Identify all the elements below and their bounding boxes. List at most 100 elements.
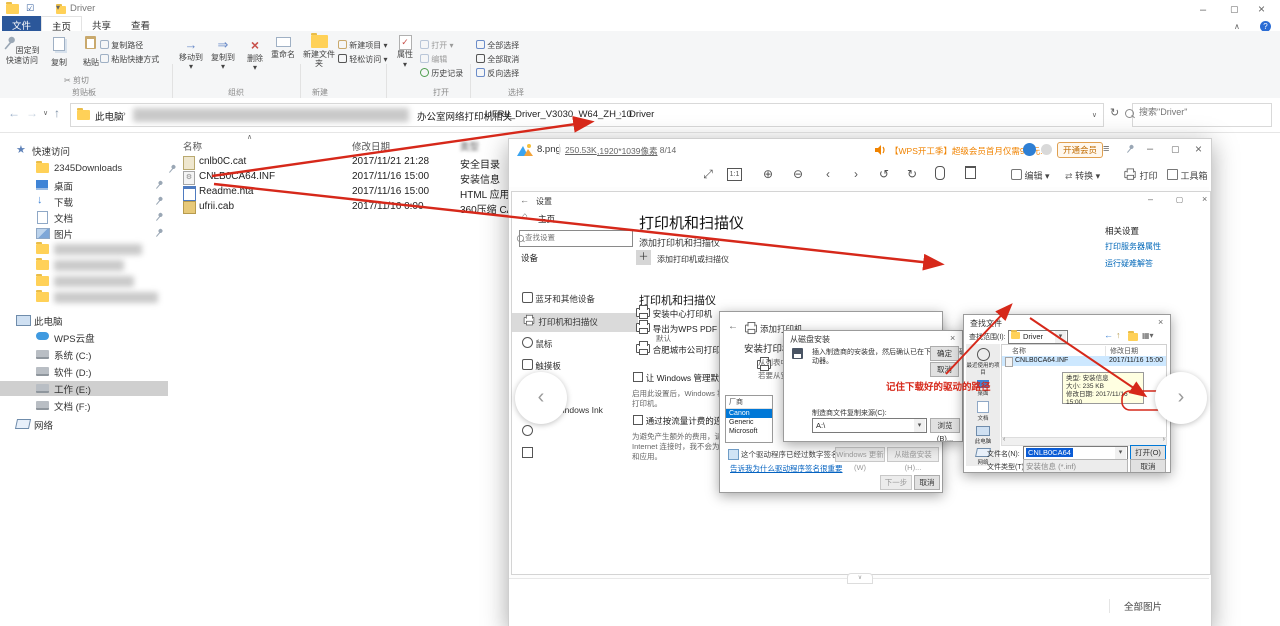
dialog-back-icon[interactable]: ← (1104, 330, 1113, 340)
new-folder-button[interactable]: 新建文件夹 (302, 33, 336, 69)
dialog-view-menu-icon[interactable]: ▦▾ (1142, 331, 1154, 340)
sidebar-item-drive-d[interactable]: 软件 (D:) (0, 364, 168, 379)
strip-collapse-handle[interactable]: ∨ (847, 573, 873, 584)
settings-nav-printers[interactable]: 打印机和扫描仪 (512, 313, 638, 332)
sidebar-item-redacted[interactable] (0, 290, 168, 306)
zoom-out-icon[interactable]: ⊖ (787, 166, 809, 182)
settings-nav-bluetooth[interactable]: 蓝牙和其他设备 (512, 292, 638, 312)
back-button[interactable]: ← (8, 106, 20, 120)
paste-shortcut-button[interactable]: 粘贴快捷方式 (100, 54, 159, 65)
hand-tool-icon[interactable] (929, 166, 951, 182)
sidebar-item-redacted[interactable] (0, 242, 168, 258)
viewer-next-button[interactable]: › (1155, 372, 1207, 424)
settings-nav-usb[interactable] (512, 447, 638, 467)
sidebar-item-redacted[interactable] (0, 258, 168, 274)
sidebar-item-desktop[interactable]: 桌面 (0, 178, 168, 193)
new-item-button[interactable]: 新建项目 ▾ (338, 40, 387, 51)
checkbox-icon[interactable] (633, 415, 643, 425)
disk-ok-button[interactable]: 确定 (930, 346, 959, 361)
previous-image-icon[interactable]: ‹ (817, 166, 839, 182)
pin-window-icon[interactable] (1123, 142, 1136, 155)
disk-cancel-button[interactable]: 取消 (930, 362, 959, 377)
select-none-button[interactable]: 全部取消 (476, 54, 519, 65)
ribbon-collapse-icon[interactable]: ∧ (1234, 22, 1240, 31)
dialog-col-date[interactable]: 修改日期 (1105, 346, 1138, 356)
all-images-button[interactable]: 全部图片 (1109, 599, 1162, 613)
printer-list-item[interactable]: 合肥城市公司打印机 (636, 341, 729, 356)
properties-button[interactable]: ✓ 属性 ▾ (390, 35, 420, 69)
convert-menu[interactable]: ⇄ 转换 ▾ (1065, 169, 1100, 182)
vendor-item-generic[interactable]: Generic (726, 418, 772, 427)
locate-dialog-close-icon[interactable]: × (1158, 317, 1163, 327)
sidebar-item-wps-cloud[interactable]: WPS云盘 (0, 330, 168, 345)
quickbar-customize-icon[interactable]: ▾ (56, 3, 60, 12)
viewer-filesize[interactable]: 250.53K (565, 145, 597, 155)
refresh-icon[interactable]: ↻ (1110, 106, 1119, 119)
scroll-right-icon[interactable]: › (1163, 436, 1165, 443)
filename-combo[interactable]: CNLB0CA64 ▾ (1023, 446, 1128, 460)
cut-button[interactable]: ✂ 剪切 (64, 75, 89, 86)
edit-menu[interactable]: 编辑 ▾ (1011, 169, 1050, 182)
scroll-left-icon[interactable]: ‹ (1003, 436, 1005, 443)
column-header-date[interactable]: 修改日期 (352, 139, 390, 153)
sidebar-item-documents[interactable]: 文档 (0, 210, 168, 225)
table-row[interactable]: ufrii.cab 2017/11/16 0:00 360压缩 CAB 文... (175, 200, 510, 216)
open-button[interactable]: 打开 ▾ (420, 40, 453, 51)
wizard-back-icon[interactable]: ← (728, 321, 738, 332)
dialog-file-row[interactable]: CNLB0CA64.INF 2017/11/16 15:00 (1002, 356, 1166, 367)
sidebar-quick-access[interactable]: ★ 快速访问 (0, 143, 168, 158)
restore-button[interactable]: ▢ (1230, 4, 1239, 15)
have-disk-button[interactable]: 从磁盘安装(H)... (887, 447, 939, 472)
delete-image-icon[interactable] (959, 166, 981, 182)
sidebar-item-drive-c[interactable]: 系统 (C:) (0, 347, 168, 362)
vendor-item-microsoft[interactable]: Microsoft (726, 427, 772, 436)
settings-nav-mouse[interactable]: 鼠标 (512, 337, 638, 357)
next-button[interactable]: 下一步(N) (880, 475, 912, 492)
open-membership-button[interactable]: 开通会员 (1057, 142, 1104, 158)
checkbox-icon[interactable] (633, 372, 643, 382)
table-row[interactable]: cnlb0C.cat 2017/11/21 21:28 安全目录 (175, 155, 510, 171)
up-button[interactable]: ↑ (54, 106, 60, 120)
combo-dropdown-icon[interactable]: ▾ (1115, 447, 1126, 459)
settings-minimize-icon[interactable]: – (1148, 194, 1153, 204)
avatar[interactable] (1023, 143, 1036, 156)
rotate-right-icon[interactable]: ↻ (901, 166, 923, 182)
table-row[interactable]: Readme.hta 2017/11/16 15:00 HTML 应用程序 (175, 185, 510, 201)
search-box[interactable] (1125, 103, 1272, 127)
move-to-button[interactable]: → 移动到 ▾ (176, 37, 206, 72)
settings-back-icon[interactable]: ← (520, 195, 529, 205)
dialog-col-name[interactable]: 名称 (1012, 346, 1026, 356)
edit-button[interactable]: 编辑 (420, 54, 447, 65)
address-dropdown-icon[interactable]: ∨ (1092, 111, 1097, 119)
viewer-previous-button[interactable]: ‹ (515, 372, 567, 424)
next-image-icon[interactable]: › (845, 166, 867, 182)
fullscreen-icon[interactable]: ⤢ (697, 166, 719, 182)
settings-nav-autoplay[interactable] (512, 425, 638, 445)
sidebar-item-downloads[interactable]: ↓ 下载 (0, 194, 168, 209)
invert-selection-button[interactable]: 反向选择 (476, 68, 519, 79)
settings-close-icon[interactable]: × (1202, 194, 1207, 204)
forward-button[interactable]: → (26, 106, 38, 120)
close-button[interactable]: × (1258, 2, 1265, 16)
print-server-properties-link[interactable]: 打印服务器属性 (1105, 241, 1161, 252)
viewer-close-button[interactable]: × (1195, 142, 1202, 156)
vendor-item-canon[interactable]: Canon (726, 409, 772, 418)
sidebar-item-drive-e[interactable]: 工作 (E:) (0, 381, 168, 396)
look-in-combo[interactable]: Driver ▾ (1008, 330, 1068, 344)
member-badge-icon[interactable] (1041, 144, 1052, 155)
open-file-button[interactable]: 打开(O) (1130, 445, 1166, 460)
viewer-minimize-button[interactable]: – (1147, 143, 1153, 155)
windows-update-button[interactable]: Windows 更新(W) (835, 447, 885, 472)
recent-locations-icon[interactable]: ∨ (43, 109, 48, 117)
delete-button[interactable]: × 删除 ▾ (242, 37, 268, 73)
viewer-maximize-button[interactable]: ▢ (1171, 144, 1180, 155)
zoom-in-icon[interactable]: ⊕ (757, 166, 779, 182)
settings-maximize-icon[interactable]: ▢ (1176, 195, 1183, 204)
table-row[interactable]: ⚙ CNLB0CA64.INF 2017/11/16 15:00 安装信息 (175, 170, 510, 186)
driver-signing-link[interactable]: 告诉我为什么驱动程序签名很重要 (730, 463, 843, 474)
sort-ascending-icon[interactable]: ∧ (247, 133, 252, 141)
place-this-pc[interactable]: 此电脑 (966, 425, 1000, 446)
copy-path-button[interactable]: 复制路径 (100, 40, 143, 51)
minimize-button[interactable]: – (1200, 4, 1206, 16)
combo-dropdown-icon[interactable]: ▾ (1055, 331, 1066, 343)
